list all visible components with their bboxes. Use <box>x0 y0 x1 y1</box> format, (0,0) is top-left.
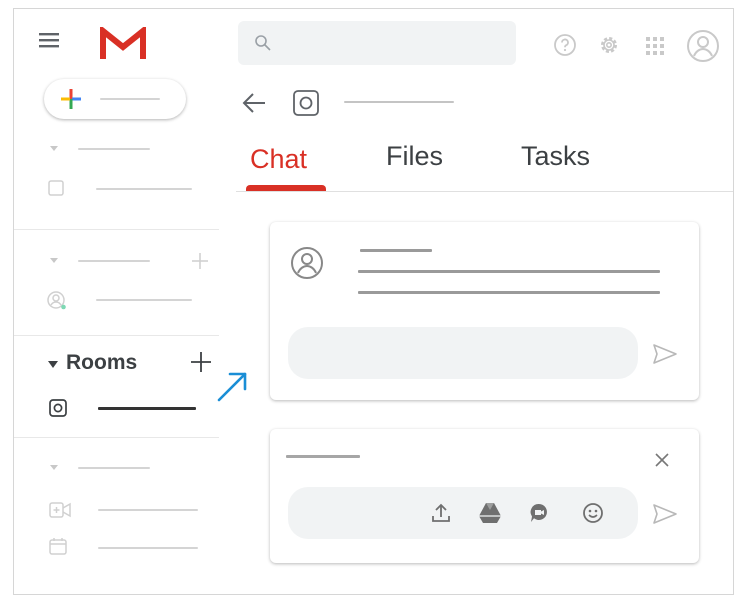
hamburger-menu-icon[interactable] <box>38 31 60 49</box>
tab-files[interactable]: Files <box>386 141 443 172</box>
sender-name-placeholder <box>360 249 432 252</box>
compose-button[interactable] <box>44 79 186 119</box>
add-icon[interactable] <box>191 252 209 270</box>
apps-grid-icon[interactable] <box>645 36 665 56</box>
calendar-icon[interactable] <box>49 537 67 555</box>
nav-item-placeholder <box>98 509 198 511</box>
new-message-card <box>270 429 699 563</box>
section-title-placeholder <box>78 260 150 262</box>
room-name-placeholder[interactable] <box>98 407 196 410</box>
reply-input[interactable] <box>288 327 638 379</box>
section-title-placeholder <box>78 148 150 150</box>
rooms-section-label: Rooms <box>66 351 138 374</box>
video-meeting-icon[interactable] <box>49 502 71 518</box>
tab-tasks[interactable]: Tasks <box>521 141 590 172</box>
sidebar-divider <box>14 335 219 336</box>
inbox-icon[interactable] <box>48 180 64 196</box>
compose-message-input[interactable] <box>288 487 638 539</box>
sender-avatar-icon <box>290 246 324 280</box>
section-title-placeholder <box>78 467 150 469</box>
google-drive-icon[interactable] <box>478 502 502 524</box>
card-title-placeholder <box>286 455 360 458</box>
message-thread-card <box>270 222 699 400</box>
search-bar[interactable] <box>238 21 516 65</box>
message-line-placeholder <box>358 270 660 273</box>
help-icon[interactable] <box>553 33 577 57</box>
compose-label-placeholder <box>100 98 160 100</box>
send-icon[interactable] <box>652 343 678 365</box>
tabs-divider <box>236 191 733 192</box>
nav-item-placeholder <box>96 188 192 190</box>
nav-item-placeholder <box>98 547 198 549</box>
sidebar-divider <box>14 437 219 438</box>
upload-icon[interactable] <box>430 502 452 524</box>
tab-chat-label: Chat <box>250 144 308 174</box>
room-header-icon <box>292 89 320 117</box>
settings-gear-icon[interactable] <box>597 33 621 57</box>
nav-item-placeholder <box>96 299 192 301</box>
section-collapse-caret[interactable] <box>50 146 58 151</box>
section-collapse-caret[interactable] <box>50 465 58 470</box>
back-arrow-icon[interactable] <box>241 92 267 114</box>
send-icon[interactable] <box>652 503 678 525</box>
gmail-window: Rooms Chat Files Tasks <box>13 8 734 595</box>
tab-files-label: Files <box>386 141 444 171</box>
plus-colored-icon <box>60 88 82 110</box>
room-icon[interactable] <box>49 399 67 417</box>
gmail-logo <box>100 27 146 61</box>
sidebar-divider <box>14 229 219 230</box>
section-collapse-caret[interactable] <box>50 258 58 263</box>
tab-tasks-label: Tasks <box>521 141 591 171</box>
meet-icon[interactable] <box>528 502 550 524</box>
rooms-collapse-caret[interactable] <box>48 361 58 368</box>
add-room-icon[interactable] <box>190 351 212 373</box>
message-line-placeholder <box>358 291 660 294</box>
emoji-icon[interactable] <box>582 502 604 524</box>
search-icon <box>254 34 272 52</box>
close-icon[interactable] <box>654 452 670 468</box>
room-title-placeholder <box>344 101 454 103</box>
tab-chat[interactable]: Chat <box>246 141 326 191</box>
contact-avatar-icon[interactable] <box>46 290 68 312</box>
account-avatar-icon[interactable] <box>686 29 720 63</box>
pointer-arrow-icon <box>216 369 250 403</box>
